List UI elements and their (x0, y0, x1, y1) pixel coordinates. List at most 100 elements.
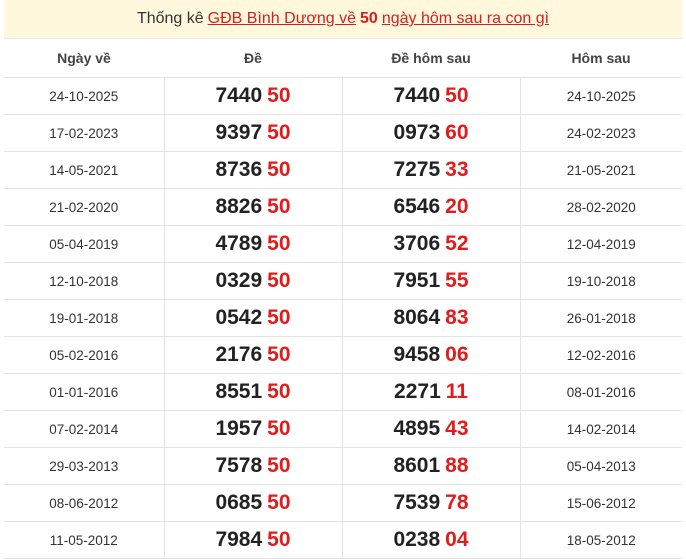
table-body: 24-10-2025 7440 50 7440 50 24-10-2025 17-02-20… (4, 77, 682, 559)
row-date: 05-02-2016 (4, 336, 164, 374)
de-head: 0542 (215, 306, 263, 329)
next-tail: 60 (445, 121, 469, 144)
row-date: 29-03-2013 (4, 447, 164, 485)
next-tail: 83 (445, 306, 469, 329)
title-suffix-link[interactable]: ngày hôm sau ra con gì (382, 10, 549, 28)
next-tail: 11 (445, 380, 468, 403)
results-table: Ngày về Đề Đề hôm sau Hôm sau 24-10-2025… (4, 39, 682, 559)
row-next-de: 7440 50 (341, 77, 521, 115)
row-date: 14-05-2021 (4, 151, 164, 189)
de-tail: 50 (267, 84, 291, 107)
row-next-date: 05-04-2013 (520, 447, 682, 485)
row-next-date: 21-05-2021 (520, 151, 682, 189)
de-tail: 50 (267, 306, 291, 329)
row-de: 4789 50 (163, 225, 343, 263)
row-next-de: 8601 88 (341, 447, 521, 485)
row-next-date: 08-01-2016 (520, 373, 682, 411)
next-head: 8601 (393, 454, 441, 477)
table-row: 12-10-2018 0329 50 7951 55 19-10-2018 (4, 262, 682, 300)
de-tail: 50 (267, 195, 291, 218)
de-tail: 50 (267, 269, 291, 292)
header-next-date: Hôm sau (520, 39, 682, 78)
next-head: 7539 (393, 491, 441, 514)
row-date: 21-02-2020 (4, 188, 164, 226)
row-de: 7440 50 (163, 77, 343, 115)
de-head: 1957 (215, 417, 263, 440)
de-tail: 50 (267, 380, 291, 403)
next-head: 2271 (394, 380, 441, 403)
row-date: 12-10-2018 (4, 262, 164, 300)
row-next-date: 26-01-2018 (520, 299, 682, 337)
row-next-de: 9458 06 (341, 336, 521, 374)
row-next-de: 3706 52 (341, 225, 521, 263)
stats-panel: Thống kê GĐB Bình Dương về 50 ngày hôm s… (0, 0, 686, 559)
row-de: 7984 50 (163, 521, 343, 559)
next-head: 7440 (393, 84, 441, 107)
row-date: 01-01-2016 (4, 373, 164, 411)
row-de: 1957 50 (163, 410, 343, 448)
row-next-de: 6546 20 (341, 188, 521, 226)
row-de: 0685 50 (163, 484, 343, 522)
next-head: 4895 (393, 417, 441, 440)
table-row: 01-01-2016 8551 50 2271 11 08-01-2016 (4, 373, 682, 411)
de-head: 7440 (215, 84, 263, 107)
title-link[interactable]: GĐB Bình Dương về (208, 10, 356, 28)
row-date: 07-02-2014 (4, 410, 164, 448)
table-row: 21-02-2020 8826 50 6546 20 28-02-2020 (4, 188, 682, 226)
de-tail: 50 (267, 528, 291, 551)
next-tail: 78 (445, 491, 469, 514)
row-de: 9397 50 (163, 114, 343, 152)
row-date: 24-10-2025 (4, 77, 164, 115)
de-head: 8551 (215, 380, 263, 403)
row-next-de: 7539 78 (341, 484, 521, 522)
table-row: 24-10-2025 7440 50 7440 50 24-10-2025 (4, 77, 682, 115)
table-row: 05-04-2019 4789 50 3706 52 12-04-2019 (4, 225, 682, 263)
next-tail: 33 (445, 158, 469, 181)
page-title: Thống kê GĐB Bình Dương về 50 ngày hôm s… (4, 0, 682, 39)
row-next-date: 12-04-2019 (520, 225, 682, 263)
table-row: 14-05-2021 8736 50 7275 33 21-05-2021 (4, 151, 682, 189)
row-next-de: 7951 55 (341, 262, 521, 300)
row-next-date: 15-06-2012 (520, 484, 682, 522)
next-head: 7275 (393, 158, 441, 181)
row-de: 2176 50 (163, 336, 343, 374)
table-row: 11-05-2012 7984 50 0238 04 18-05-2012 (4, 521, 682, 559)
de-head: 7984 (215, 528, 263, 551)
de-head: 4789 (215, 232, 263, 255)
row-de: 8551 50 (163, 373, 343, 411)
row-date: 05-04-2019 (4, 225, 164, 263)
de-tail: 50 (267, 232, 291, 255)
row-de: 7578 50 (163, 447, 343, 485)
next-head: 7951 (393, 269, 441, 292)
de-tail: 50 (267, 454, 291, 477)
table-row: 17-02-2023 9397 50 0973 60 24-02-2023 (4, 114, 682, 152)
de-tail: 50 (267, 417, 291, 440)
row-next-de: 7275 33 (341, 151, 521, 189)
de-head: 8736 (215, 158, 263, 181)
next-tail: 20 (445, 195, 469, 218)
table-row: 07-02-2014 1957 50 4895 43 14-02-2014 (4, 410, 682, 448)
row-next-de: 4895 43 (341, 410, 521, 448)
next-tail: 43 (445, 417, 469, 440)
next-tail: 88 (445, 454, 469, 477)
next-head: 6546 (393, 195, 441, 218)
row-de: 0542 50 (163, 299, 343, 337)
row-de: 8826 50 (163, 188, 343, 226)
header-next-de: Đề hôm sau (342, 39, 520, 78)
next-tail: 04 (445, 528, 469, 551)
row-de: 8736 50 (163, 151, 343, 189)
title-number: 50 (360, 10, 378, 27)
table-row: 19-01-2018 0542 50 8064 83 26-01-2018 (4, 299, 682, 337)
row-date: 11-05-2012 (4, 521, 164, 559)
table-header-row: Ngày về Đề Đề hôm sau Hôm sau (4, 39, 682, 78)
row-next-de: 8064 83 (341, 299, 521, 337)
next-tail: 50 (445, 84, 469, 107)
row-next-date: 12-02-2016 (520, 336, 682, 374)
next-head: 0973 (393, 121, 441, 144)
header-date: Ngày về (4, 39, 164, 78)
next-head: 0238 (393, 528, 441, 551)
row-next-de: 0973 60 (341, 114, 521, 152)
row-next-de: 2271 11 (341, 373, 521, 411)
de-tail: 50 (267, 491, 291, 514)
row-de: 0329 50 (163, 262, 343, 300)
